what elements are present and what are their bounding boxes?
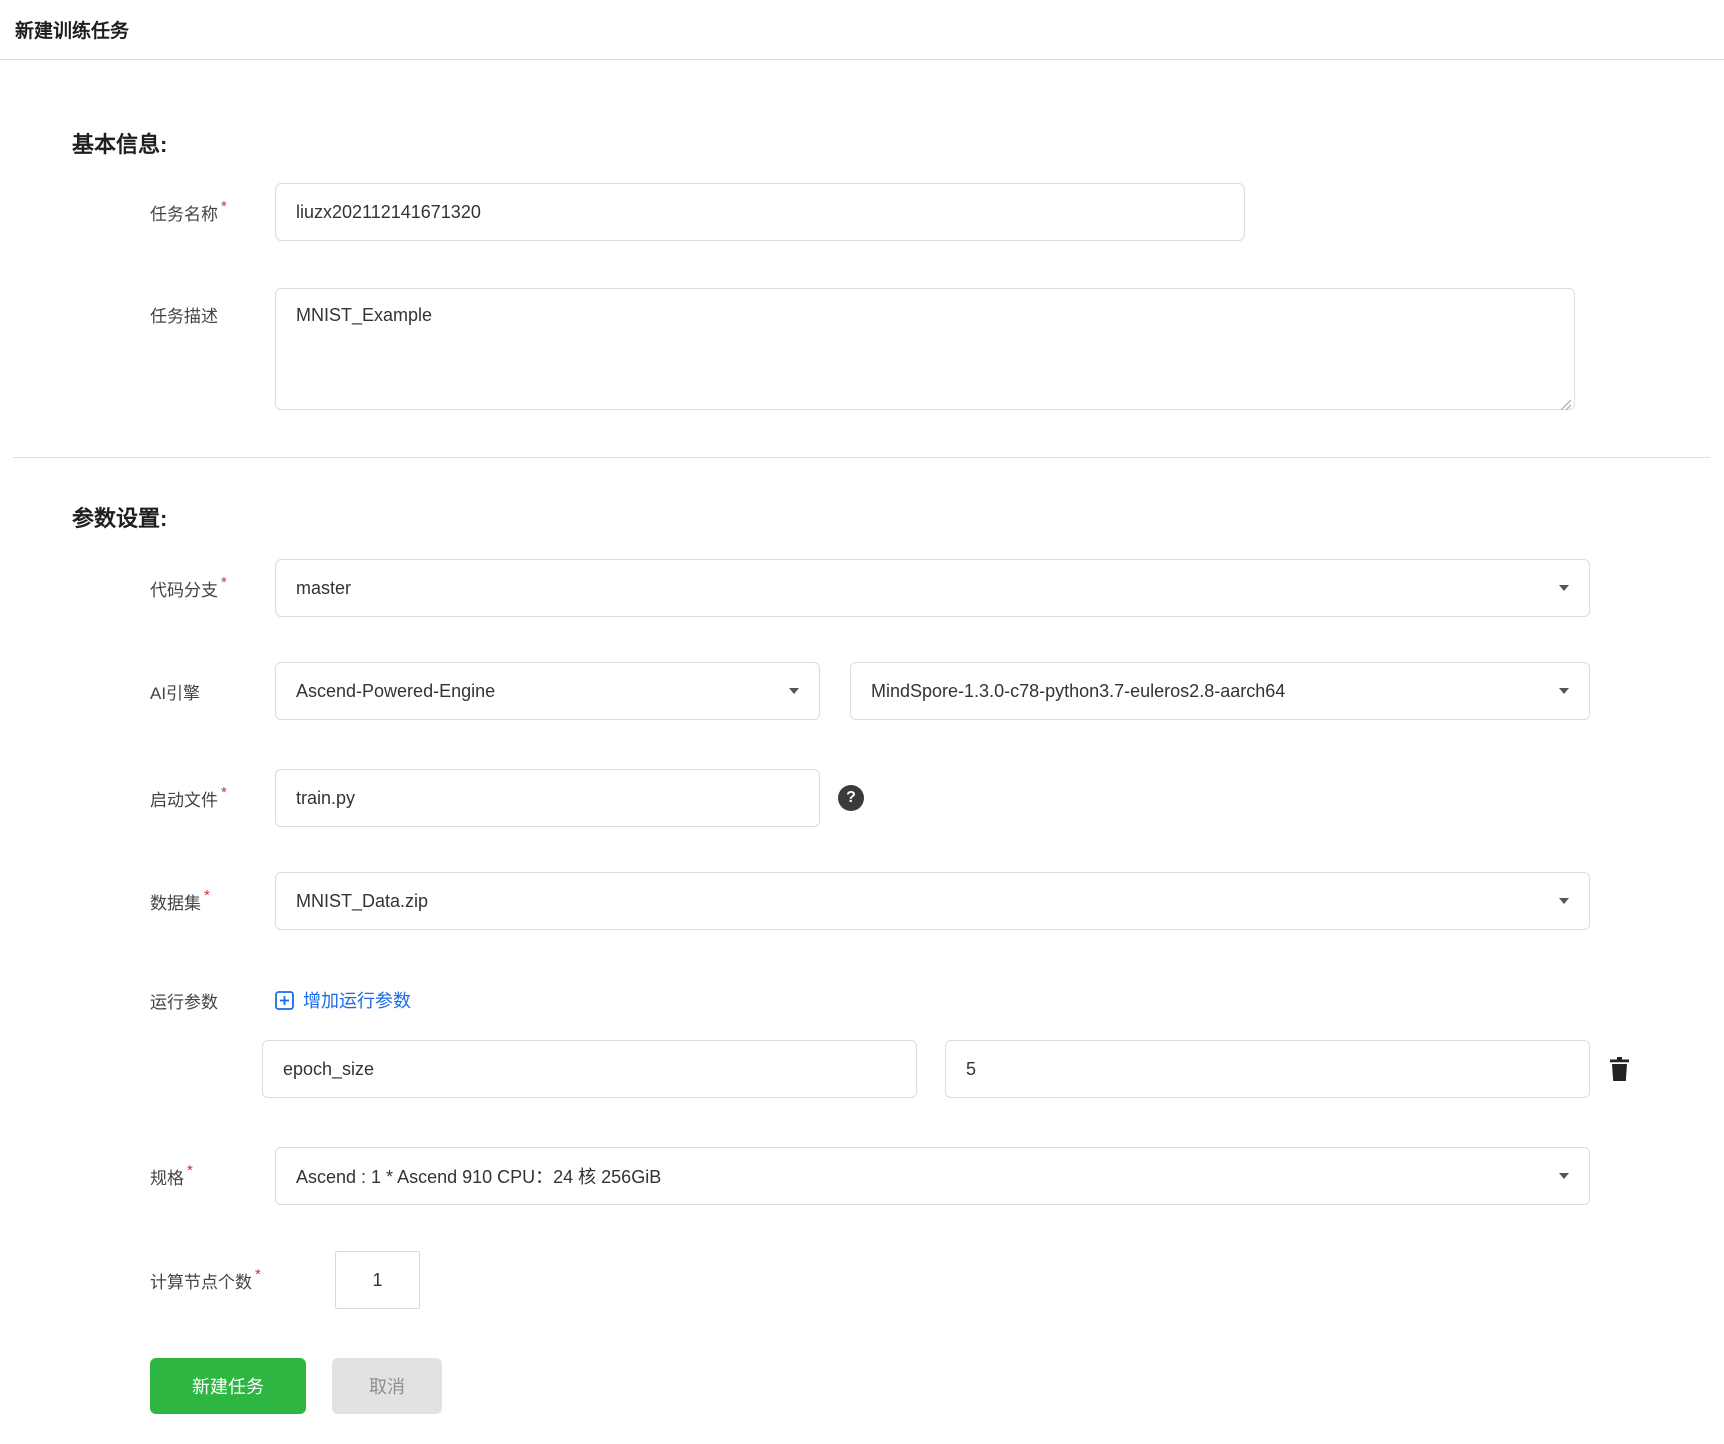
dataset-selected-value: MNIST_Data.zip — [296, 890, 429, 911]
chevron-down-icon — [1559, 585, 1569, 591]
task-desc-row: 任务描述 MNIST_Example — [150, 288, 1724, 415]
help-icon[interactable]: ? — [838, 785, 864, 811]
run-params-label: 运行参数 — [150, 988, 275, 1013]
run-param-value-row — [262, 1040, 1724, 1098]
required-asterisk: * — [221, 783, 227, 801]
node-count-row: 计算节点个数 * — [150, 1251, 1724, 1309]
task-name-input[interactable] — [275, 183, 1245, 241]
chevron-down-icon — [789, 688, 799, 694]
section-heading-basic-info: 基本信息: — [72, 132, 168, 157]
run-params-row: 运行参数 增加运行参数 — [150, 987, 1724, 1013]
resize-handle-icon[interactable] — [1559, 398, 1572, 411]
engine-version-select[interactable]: MindSpore-1.3.0-c78-python3.7-euleros2.8… — [850, 662, 1590, 720]
dataset-select[interactable]: MNIST_Data.zip — [275, 872, 1590, 930]
code-branch-select[interactable]: master — [275, 559, 1590, 617]
required-asterisk: * — [221, 573, 227, 591]
code-branch-selected-value: master — [296, 577, 352, 598]
node-count-label: 计算节点个数 * — [150, 1265, 310, 1293]
code-branch-label: 代码分支 * — [150, 573, 275, 601]
plus-square-icon — [275, 990, 294, 1010]
dataset-row: 数据集 * MNIST_Data.zip — [150, 872, 1724, 930]
code-branch-row: 代码分支 * master — [150, 559, 1724, 617]
task-name-label: 任务名称 * — [150, 197, 275, 225]
create-training-task-form: 基本信息: 任务名称 * 任务描述 MNIST_Example 参数设置: 代码… — [0, 130, 1724, 1444]
boot-file-input[interactable] — [275, 769, 820, 827]
task-desc-textarea[interactable]: MNIST_Example — [275, 288, 1575, 410]
section-divider — [13, 457, 1710, 458]
chevron-down-icon — [1559, 688, 1569, 694]
ai-engine-selected-value: Ascend-Powered-Engine — [296, 680, 496, 701]
required-asterisk: * — [187, 1161, 193, 1179]
node-count-label-text: 计算节点个数 — [150, 1272, 252, 1292]
chevron-down-icon — [1559, 1173, 1569, 1179]
chevron-down-icon — [1559, 898, 1569, 904]
run-param-value-input[interactable] — [945, 1040, 1590, 1098]
task-desc-label-text: 任务描述 — [150, 307, 218, 326]
code-branch-label-text: 代码分支 — [150, 580, 218, 600]
engine-version-selected-value: MindSpore-1.3.0-c78-python3.7-euleros2.8… — [871, 680, 1286, 701]
task-desc-textarea-wrap: MNIST_Example — [275, 288, 1575, 415]
task-name-row: 任务名称 * — [150, 183, 1724, 241]
ai-engine-select[interactable]: Ascend-Powered-Engine — [275, 662, 820, 720]
boot-file-label-text: 启动文件 — [150, 790, 218, 810]
spec-label-text: 规格 — [150, 1168, 184, 1188]
page-title: 新建训练任务 — [15, 21, 130, 42]
spec-selected-value: Ascend : 1 * Ascend 910 CPU：24 核 256GiB — [296, 1167, 662, 1187]
add-run-param-label: 增加运行参数 — [303, 991, 411, 1011]
boot-file-label: 启动文件 * — [150, 783, 275, 811]
node-count-input[interactable] — [335, 1251, 420, 1309]
task-desc-label: 任务描述 — [150, 288, 275, 327]
add-run-param-link[interactable]: 增加运行参数 — [275, 987, 411, 1013]
page-header: 新建训练任务 — [0, 0, 1724, 60]
ai-engine-label-text: AI引擎 — [150, 683, 201, 703]
run-params-label-text: 运行参数 — [150, 992, 218, 1012]
spec-label: 规格 * — [150, 1161, 275, 1189]
delete-param-button[interactable] — [1608, 1056, 1631, 1082]
required-asterisk: * — [221, 197, 227, 215]
trash-icon — [1610, 1057, 1629, 1081]
required-asterisk: * — [255, 1265, 261, 1283]
required-asterisk: * — [204, 886, 210, 904]
run-param-key-input[interactable] — [262, 1040, 917, 1098]
ai-engine-label: AI引擎 — [150, 679, 275, 704]
cancel-button[interactable]: 取消 — [332, 1358, 442, 1414]
section-heading-param-settings: 参数设置: — [72, 506, 168, 531]
dataset-label-text: 数据集 — [150, 893, 201, 913]
spec-row: 规格 * Ascend : 1 * Ascend 910 CPU：24 核 25… — [150, 1147, 1724, 1205]
dataset-label: 数据集 * — [150, 886, 275, 914]
ai-engine-row: AI引擎 Ascend-Powered-Engine MindSpore-1.3… — [150, 662, 1724, 720]
form-actions: 新建任务 取消 — [150, 1358, 1724, 1414]
spec-select[interactable]: Ascend : 1 * Ascend 910 CPU：24 核 256GiB — [275, 1147, 1590, 1205]
task-name-label-text: 任务名称 — [150, 204, 218, 224]
create-task-button[interactable]: 新建任务 — [150, 1358, 306, 1414]
boot-file-row: 启动文件 * ? — [150, 769, 1724, 827]
